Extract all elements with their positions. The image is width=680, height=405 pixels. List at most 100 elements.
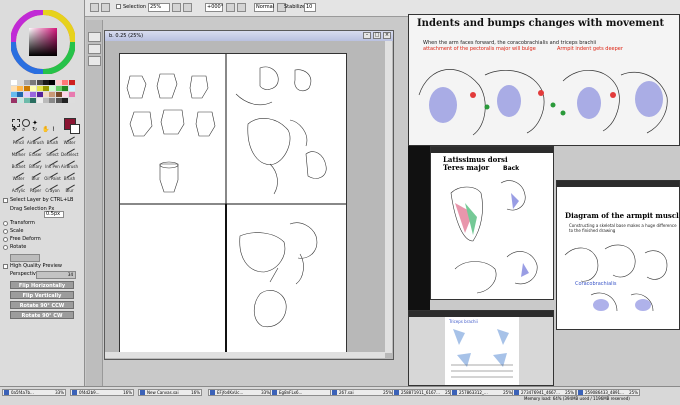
color-swatch[interactable]	[23, 80, 30, 85]
color-swatch[interactable]	[62, 98, 69, 103]
color-swatch[interactable]	[30, 80, 37, 85]
stabilizer-field[interactable]: 10	[304, 3, 316, 12]
color-swatch[interactable]	[62, 86, 69, 91]
color-swatch[interactable]	[68, 92, 75, 97]
layer-thumb[interactable]	[88, 44, 101, 54]
color-wheel[interactable]	[11, 10, 75, 74]
rotate-cw-button[interactable]: Rotate 90° CW	[10, 311, 74, 319]
taskbar-document-tab[interactable]: 0a5f4a7b... 33%	[2, 389, 66, 396]
color-swatch[interactable]	[17, 98, 24, 103]
color-swatch[interactable]	[36, 86, 43, 91]
color-swatch[interactable]	[43, 98, 49, 103]
drag-selection-field[interactable]: 0.5px	[44, 211, 64, 218]
color-swatch[interactable]	[68, 80, 75, 85]
tool-crayon[interactable]: Crayon	[44, 180, 61, 195]
sketch-drawing	[120, 54, 346, 355]
high-quality-checkbox[interactable]	[3, 264, 8, 269]
hand-icon[interactable]: ✋	[42, 126, 49, 133]
color-swatch[interactable]	[43, 80, 49, 85]
perspective-slider[interactable]: 34	[36, 271, 76, 279]
maximize-button[interactable]: □	[373, 32, 381, 39]
color-swatch[interactable]	[49, 98, 56, 103]
color-swatch[interactable]	[17, 86, 24, 91]
taskbar-document-tab[interactable]: 0f4d2b9... 16%	[70, 389, 134, 396]
zoom-in-button[interactable]	[172, 3, 181, 12]
color-swatch[interactable]	[49, 86, 56, 91]
reference-image-armpit[interactable]: Diagram of the armpit muscle Constructin…	[556, 180, 680, 330]
color-swatch[interactable]	[11, 98, 17, 103]
taskbar-document-tab[interactable]: 257863312_... 25%	[450, 389, 514, 396]
tool-blur[interactable]: Blur	[61, 180, 78, 195]
taskbar-document-tab[interactable]: 258871911_6167...25%	[392, 389, 456, 396]
color-swatch[interactable]	[43, 86, 49, 91]
color-swatch[interactable]	[55, 98, 62, 103]
taskbar-document-label: 257863312_...	[459, 390, 488, 395]
color-swatch[interactable]	[68, 98, 75, 103]
color-swatch[interactable]	[17, 92, 24, 97]
color-swatch[interactable]	[36, 80, 43, 85]
color-swatch[interactable]	[30, 92, 37, 97]
drawing-canvas[interactable]	[119, 53, 347, 356]
color-swatch[interactable]	[49, 92, 56, 97]
minimize-button[interactable]: –	[363, 32, 371, 39]
color-swatch[interactable]	[36, 98, 43, 103]
layer-strip	[86, 20, 103, 386]
blend-mode-select[interactable]: Normal	[254, 3, 274, 12]
select-layer-checkbox[interactable]	[3, 198, 8, 203]
taskbar-document-tab[interactable]: 273476941_4667... 25%	[512, 389, 576, 396]
taskbar-document-tab[interactable]: 267.sai 25%	[330, 389, 394, 396]
color-swatch[interactable]	[17, 80, 24, 85]
tool-acrylic[interactable]: Acrylic	[10, 180, 27, 195]
color-swatch[interactable]	[55, 86, 62, 91]
scale-radio[interactable]	[3, 229, 8, 234]
taskbar-document-tab[interactable]: EFjfo4KxUc... 33%	[208, 389, 272, 396]
selection-checkbox[interactable]	[116, 4, 121, 9]
zoom-field[interactable]: 25%	[148, 3, 170, 12]
color-swatch[interactable]	[23, 92, 30, 97]
undo-button[interactable]	[90, 3, 99, 12]
move-icon[interactable]: ✥	[12, 126, 17, 133]
layer-thumb[interactable]	[88, 56, 101, 66]
rotate-left-button[interactable]	[226, 3, 235, 12]
rotate-ccw-button[interactable]: Rotate 90° CCW	[10, 301, 74, 309]
color-swatch[interactable]	[55, 80, 62, 85]
color-swatch[interactable]	[43, 92, 49, 97]
layer-thumb[interactable]	[88, 32, 101, 42]
flip-horizontally-button[interactable]: Flip Horizontally	[10, 281, 74, 289]
free-deform-radio[interactable]	[3, 237, 8, 242]
color-swatch[interactable]	[68, 86, 75, 91]
color-swatch[interactable]	[11, 86, 17, 91]
taskbar-document-tab[interactable]: New Canvas.sai 16%	[138, 389, 202, 396]
color-swatch[interactable]	[49, 80, 56, 85]
rotate-radio[interactable]	[3, 245, 8, 250]
color-swatch[interactable]	[55, 92, 62, 97]
color-swatch[interactable]	[30, 98, 37, 103]
color-swatches[interactable]	[11, 80, 75, 120]
selection-tools[interactable]: ✦ ✥ ⌕ ↻ ✋ ⌇	[12, 118, 60, 133]
angle-field[interactable]: +000°	[205, 3, 223, 12]
color-swatch[interactable]	[62, 80, 69, 85]
reference-image-indents[interactable]: Indents and bumps changes with movement …	[408, 14, 680, 146]
color-swatch[interactable]	[30, 86, 37, 91]
reference-image-triceps[interactable]: Triceps brachii	[408, 310, 554, 386]
color-swatch[interactable]	[23, 98, 30, 103]
reference-image-latissimus[interactable]: Latissimus dorsi Teres major Back	[430, 146, 554, 300]
rotate-right-button[interactable]	[237, 3, 246, 12]
close-button[interactable]: ×	[383, 32, 391, 39]
color-swatch[interactable]	[23, 86, 30, 91]
taskbar-document-tab[interactable]: 259086433_4891... 25%	[576, 389, 640, 396]
apply-button[interactable]	[10, 254, 40, 262]
horizontal-scrollbar[interactable]	[105, 352, 385, 358]
zoom-out-button[interactable]	[183, 3, 192, 12]
color-swatch[interactable]	[11, 80, 17, 85]
vertical-scrollbar[interactable]	[385, 41, 392, 353]
taskbar-document-tab[interactable]: Eg8nFLx6...	[270, 389, 334, 396]
redo-button[interactable]	[101, 3, 110, 12]
color-swatch[interactable]	[11, 92, 17, 97]
transform-radio[interactable]	[3, 221, 8, 226]
color-swatch[interactable]	[36, 92, 43, 97]
transform-label: Transform	[10, 220, 35, 226]
color-swatch[interactable]	[62, 92, 69, 97]
flip-vertically-button[interactable]: Flip Vertically	[10, 291, 74, 299]
tool-paper[interactable]: Paper	[27, 180, 44, 195]
